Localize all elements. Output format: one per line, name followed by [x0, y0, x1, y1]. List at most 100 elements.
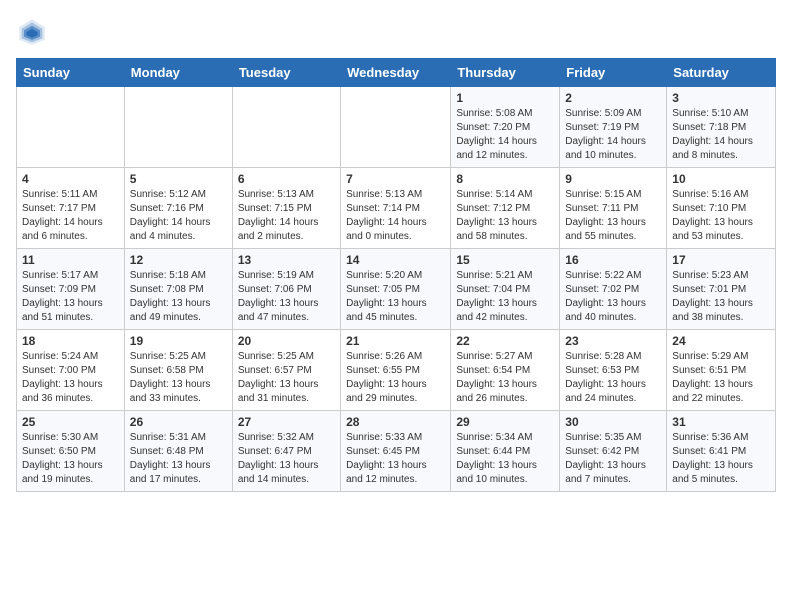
day-number: 13 — [238, 253, 335, 267]
calendar-cell: 8 Sunrise: 5:14 AM Sunset: 7:12 PM Daylig… — [451, 168, 560, 249]
day-number: 11 — [22, 253, 119, 267]
day-detail: Sunrise: 5:34 AM Sunset: 6:44 PM Dayligh… — [456, 431, 554, 487]
logo — [16, 16, 54, 48]
calendar-cell: 19 Sunrise: 5:25 AM Sunset: 6:58 PM Dayli… — [124, 330, 232, 411]
calendar-cell: 20 Sunrise: 5:25 AM Sunset: 6:57 PM Dayli… — [232, 330, 340, 411]
week-row-2: 4 Sunrise: 5:11 AM Sunset: 7:17 PM Daylig… — [17, 168, 776, 249]
day-detail: Sunrise: 5:22 AM Sunset: 7:02 PM Dayligh… — [565, 269, 661, 325]
day-detail: Sunrise: 5:31 AM Sunset: 6:48 PM Dayligh… — [130, 431, 227, 487]
day-number: 26 — [130, 415, 227, 429]
calendar-cell: 1 Sunrise: 5:08 AM Sunset: 7:20 PM Daylig… — [451, 87, 560, 168]
calendar-cell: 31 Sunrise: 5:36 AM Sunset: 6:41 PM Dayli… — [667, 411, 776, 492]
calendar-cell: 22Sunrise: 5:27 AM Sunset: 6:54 PM Dayli… — [451, 330, 560, 411]
day-number: 17 — [672, 253, 770, 267]
day-number: 31 — [672, 415, 770, 429]
header-friday: Friday — [560, 59, 667, 87]
header-row: SundayMondayTuesdayWednesdayThursdayFrid… — [17, 59, 776, 87]
calendar-cell: 10 Sunrise: 5:16 AM Sunset: 7:10 PM Dayli… — [667, 168, 776, 249]
day-detail: Sunrise: 5:21 AM Sunset: 7:04 PM Dayligh… — [456, 269, 554, 325]
day-number: 1 — [456, 91, 554, 105]
header-wednesday: Wednesday — [341, 59, 451, 87]
calendar-cell — [17, 87, 125, 168]
day-detail: Sunrise: 5:35 AM Sunset: 6:42 PM Dayligh… — [565, 431, 661, 487]
day-detail: Sunrise: 5:18 AM Sunset: 7:08 PM Dayligh… — [130, 269, 227, 325]
calendar-cell: 21 Sunrise: 5:26 AM Sunset: 6:55 PM Dayli… — [341, 330, 451, 411]
day-number: 14 — [346, 253, 445, 267]
calendar-cell: 16 Sunrise: 5:22 AM Sunset: 7:02 PM Dayli… — [560, 249, 667, 330]
week-row-3: 11 Sunrise: 5:17 AM Sunset: 7:09 PM Dayli… — [17, 249, 776, 330]
day-detail: Sunrise: 5:14 AM Sunset: 7:12 PM Dayligh… — [456, 188, 554, 244]
day-detail: Sunrise: 5:30 AM Sunset: 6:50 PM Dayligh… — [22, 431, 119, 487]
day-number: 23 — [565, 334, 661, 348]
day-detail: Sunrise: 5:32 AM Sunset: 6:47 PM Dayligh… — [238, 431, 335, 487]
calendar-cell: 30 Sunrise: 5:35 AM Sunset: 6:42 PM Dayli… — [560, 411, 667, 492]
day-number: 6 — [238, 172, 335, 186]
day-number: 8 — [456, 172, 554, 186]
day-detail: Sunrise: 5:15 AM Sunset: 7:11 PM Dayligh… — [565, 188, 661, 244]
day-detail: Sunrise: 5:29 AM Sunset: 6:51 PM Dayligh… — [672, 350, 770, 406]
day-number: 2 — [565, 91, 661, 105]
week-row-1: 1 Sunrise: 5:08 AM Sunset: 7:20 PM Daylig… — [17, 87, 776, 168]
day-detail: Sunrise: 5:09 AM Sunset: 7:19 PM Dayligh… — [565, 107, 661, 163]
calendar-cell — [124, 87, 232, 168]
calendar-cell: 3Sunrise: 5:10 AM Sunset: 7:18 PM Daylig… — [667, 87, 776, 168]
day-detail: Sunrise: 5:25 AM Sunset: 6:58 PM Dayligh… — [130, 350, 227, 406]
header-saturday: Saturday — [667, 59, 776, 87]
calendar-cell: 27 Sunrise: 5:32 AM Sunset: 6:47 PM Dayli… — [232, 411, 340, 492]
day-number: 21 — [346, 334, 445, 348]
day-number: 3 — [672, 91, 770, 105]
calendar-cell: 13 Sunrise: 5:19 AM Sunset: 7:06 PM Dayli… — [232, 249, 340, 330]
day-detail: Sunrise: 5:33 AM Sunset: 6:45 PM Dayligh… — [346, 431, 445, 487]
day-number: 30 — [565, 415, 661, 429]
day-number: 4 — [22, 172, 119, 186]
week-row-5: 25 Sunrise: 5:30 AM Sunset: 6:50 PM Dayli… — [17, 411, 776, 492]
day-detail: Sunrise: 5:23 AM Sunset: 7:01 PM Dayligh… — [672, 269, 770, 325]
logo-icon — [16, 16, 48, 48]
calendar-cell: 14Sunrise: 5:20 AM Sunset: 7:05 PM Dayli… — [341, 249, 451, 330]
header-sunday: Sunday — [17, 59, 125, 87]
day-detail: Sunrise: 5:25 AM Sunset: 6:57 PM Dayligh… — [238, 350, 335, 406]
day-number: 19 — [130, 334, 227, 348]
day-detail: Sunrise: 5:17 AM Sunset: 7:09 PM Dayligh… — [22, 269, 119, 325]
day-detail: Sunrise: 5:16 AM Sunset: 7:10 PM Dayligh… — [672, 188, 770, 244]
week-row-4: 18Sunrise: 5:24 AM Sunset: 7:00 PM Dayli… — [17, 330, 776, 411]
day-number: 15 — [456, 253, 554, 267]
day-number: 28 — [346, 415, 445, 429]
calendar-cell: 6 Sunrise: 5:13 AM Sunset: 7:15 PM Daylig… — [232, 168, 340, 249]
header-monday: Monday — [124, 59, 232, 87]
header-tuesday: Tuesday — [232, 59, 340, 87]
page-header — [16, 16, 776, 48]
calendar-cell: 26 Sunrise: 5:31 AM Sunset: 6:48 PM Dayli… — [124, 411, 232, 492]
calendar-cell: 24Sunrise: 5:29 AM Sunset: 6:51 PM Dayli… — [667, 330, 776, 411]
header-thursday: Thursday — [451, 59, 560, 87]
day-number: 25 — [22, 415, 119, 429]
day-detail: Sunrise: 5:26 AM Sunset: 6:55 PM Dayligh… — [346, 350, 445, 406]
calendar-cell: 25 Sunrise: 5:30 AM Sunset: 6:50 PM Dayli… — [17, 411, 125, 492]
calendar-cell — [341, 87, 451, 168]
day-number: 16 — [565, 253, 661, 267]
calendar-cell: 9 Sunrise: 5:15 AM Sunset: 7:11 PM Daylig… — [560, 168, 667, 249]
calendar-cell: 17 Sunrise: 5:23 AM Sunset: 7:01 PM Dayli… — [667, 249, 776, 330]
day-detail: Sunrise: 5:28 AM Sunset: 6:53 PM Dayligh… — [565, 350, 661, 406]
day-detail: Sunrise: 5:13 AM Sunset: 7:15 PM Dayligh… — [238, 188, 335, 244]
day-detail: Sunrise: 5:13 AM Sunset: 7:14 PM Dayligh… — [346, 188, 445, 244]
day-detail: Sunrise: 5:08 AM Sunset: 7:20 PM Dayligh… — [456, 107, 554, 163]
calendar-cell: 15 Sunrise: 5:21 AM Sunset: 7:04 PM Dayli… — [451, 249, 560, 330]
day-number: 27 — [238, 415, 335, 429]
day-number: 29 — [456, 415, 554, 429]
calendar-cell: 29 Sunrise: 5:34 AM Sunset: 6:44 PM Dayli… — [451, 411, 560, 492]
calendar-cell: 2 Sunrise: 5:09 AM Sunset: 7:19 PM Daylig… — [560, 87, 667, 168]
day-number: 12 — [130, 253, 227, 267]
day-number: 10 — [672, 172, 770, 186]
day-detail: Sunrise: 5:27 AM Sunset: 6:54 PM Dayligh… — [456, 350, 554, 406]
calendar-cell: 7Sunrise: 5:13 AM Sunset: 7:14 PM Daylig… — [341, 168, 451, 249]
day-number: 9 — [565, 172, 661, 186]
day-detail: Sunrise: 5:11 AM Sunset: 7:17 PM Dayligh… — [22, 188, 119, 244]
calendar-cell: 28 Sunrise: 5:33 AM Sunset: 6:45 PM Dayli… — [341, 411, 451, 492]
day-detail: Sunrise: 5:36 AM Sunset: 6:41 PM Dayligh… — [672, 431, 770, 487]
calendar-cell: 4 Sunrise: 5:11 AM Sunset: 7:17 PM Daylig… — [17, 168, 125, 249]
day-number: 20 — [238, 334, 335, 348]
calendar-cell: 12 Sunrise: 5:18 AM Sunset: 7:08 PM Dayli… — [124, 249, 232, 330]
day-detail: Sunrise: 5:12 AM Sunset: 7:16 PM Dayligh… — [130, 188, 227, 244]
day-detail: Sunrise: 5:19 AM Sunset: 7:06 PM Dayligh… — [238, 269, 335, 325]
